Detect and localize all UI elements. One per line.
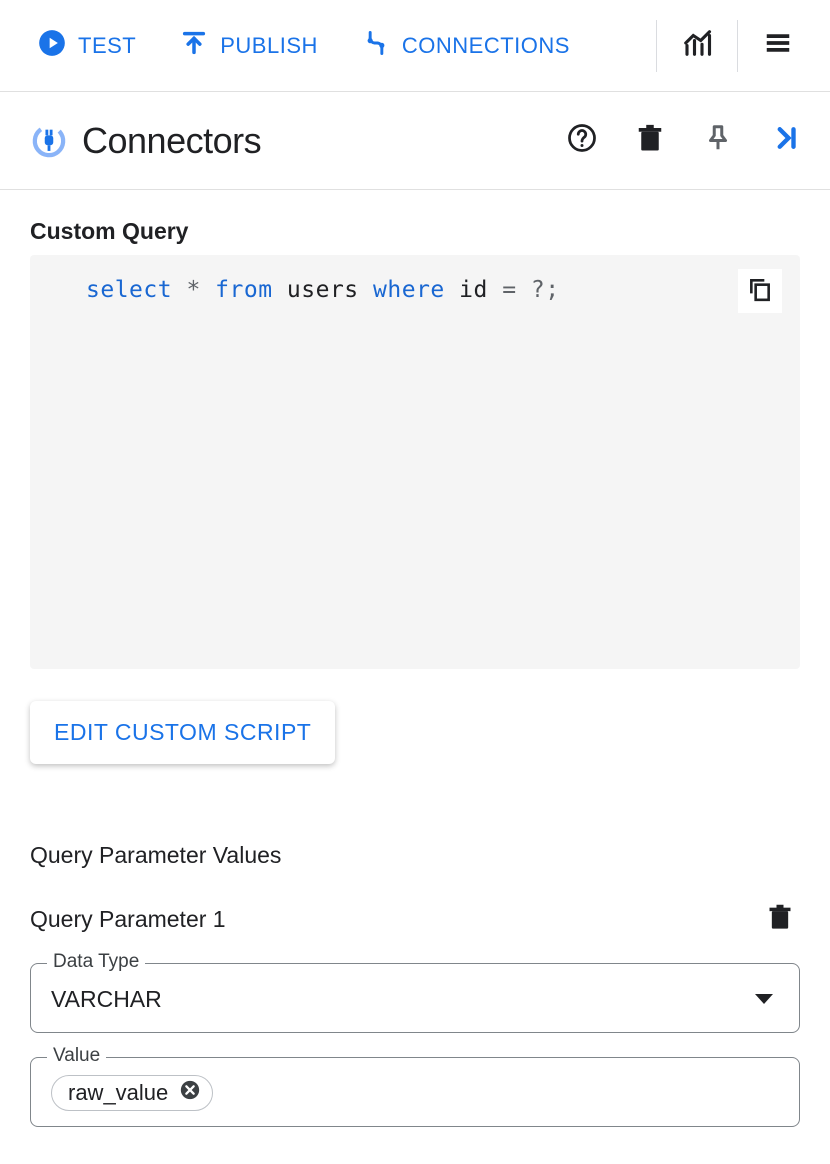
publish-button[interactable]: PUBLISH	[162, 19, 336, 73]
data-type-label: Data Type	[47, 951, 145, 973]
chevron-last-icon	[771, 123, 801, 158]
data-type-value: VARCHAR	[51, 986, 755, 1013]
data-type-select[interactable]: Data Type VARCHAR	[30, 963, 800, 1033]
plug-icon	[362, 29, 390, 63]
trash-icon	[635, 123, 665, 158]
close-icon	[179, 1079, 201, 1107]
connections-button[interactable]: CONNECTIONS	[344, 19, 588, 73]
pin-icon	[703, 123, 733, 158]
edit-custom-script-button[interactable]: EDIT CUSTOM SCRIPT	[30, 701, 335, 764]
connector-icon	[32, 124, 66, 158]
publish-label: PUBLISH	[220, 33, 318, 59]
value-field[interactable]: Value raw_value	[30, 1057, 800, 1127]
upload-icon	[180, 29, 208, 63]
toolbar: TEST PUBLISH CONNECTIONS	[0, 0, 830, 92]
panel-body: Custom Query select * from users where i…	[0, 190, 830, 1155]
trash-icon	[766, 903, 794, 936]
delete-parameter-button[interactable]	[760, 899, 800, 939]
connections-label: CONNECTIONS	[402, 33, 570, 59]
query-code: select * from users where id = ?;	[86, 277, 772, 303]
analytics-button[interactable]	[665, 20, 729, 72]
panel-title: Connectors	[82, 120, 540, 162]
value-chip[interactable]: raw_value	[51, 1075, 213, 1111]
query-parameters-section: Query Parameter Values Query Parameter 1…	[30, 842, 800, 1127]
toolbar-separator	[737, 20, 738, 72]
toolbar-separator	[656, 20, 657, 72]
query-code-block: select * from users where id = ?;	[30, 255, 800, 669]
chevron-down-icon	[755, 994, 773, 1004]
value-chip-label: raw_value	[68, 1080, 168, 1106]
custom-query-label: Custom Query	[30, 218, 800, 245]
chart-icon	[682, 28, 712, 63]
play-icon	[38, 29, 66, 63]
pin-button[interactable]	[692, 115, 744, 167]
copy-query-button[interactable]	[738, 269, 782, 313]
query-parameter-header: Query Parameter 1	[30, 899, 800, 939]
menu-button[interactable]	[746, 20, 810, 72]
value-label: Value	[47, 1045, 106, 1067]
help-button[interactable]	[556, 115, 608, 167]
copy-icon	[747, 276, 773, 307]
test-button[interactable]: TEST	[20, 19, 154, 73]
menu-icon	[763, 28, 793, 63]
delete-panel-button[interactable]	[624, 115, 676, 167]
query-parameters-label: Query Parameter Values	[30, 842, 800, 869]
test-label: TEST	[78, 33, 136, 59]
collapse-button[interactable]	[760, 115, 812, 167]
query-parameter-1-label: Query Parameter 1	[30, 906, 760, 933]
remove-chip-button[interactable]	[178, 1081, 202, 1105]
panel-header: Connectors	[0, 92, 830, 190]
edit-custom-script-label: EDIT CUSTOM SCRIPT	[54, 719, 311, 746]
help-icon	[567, 123, 597, 158]
